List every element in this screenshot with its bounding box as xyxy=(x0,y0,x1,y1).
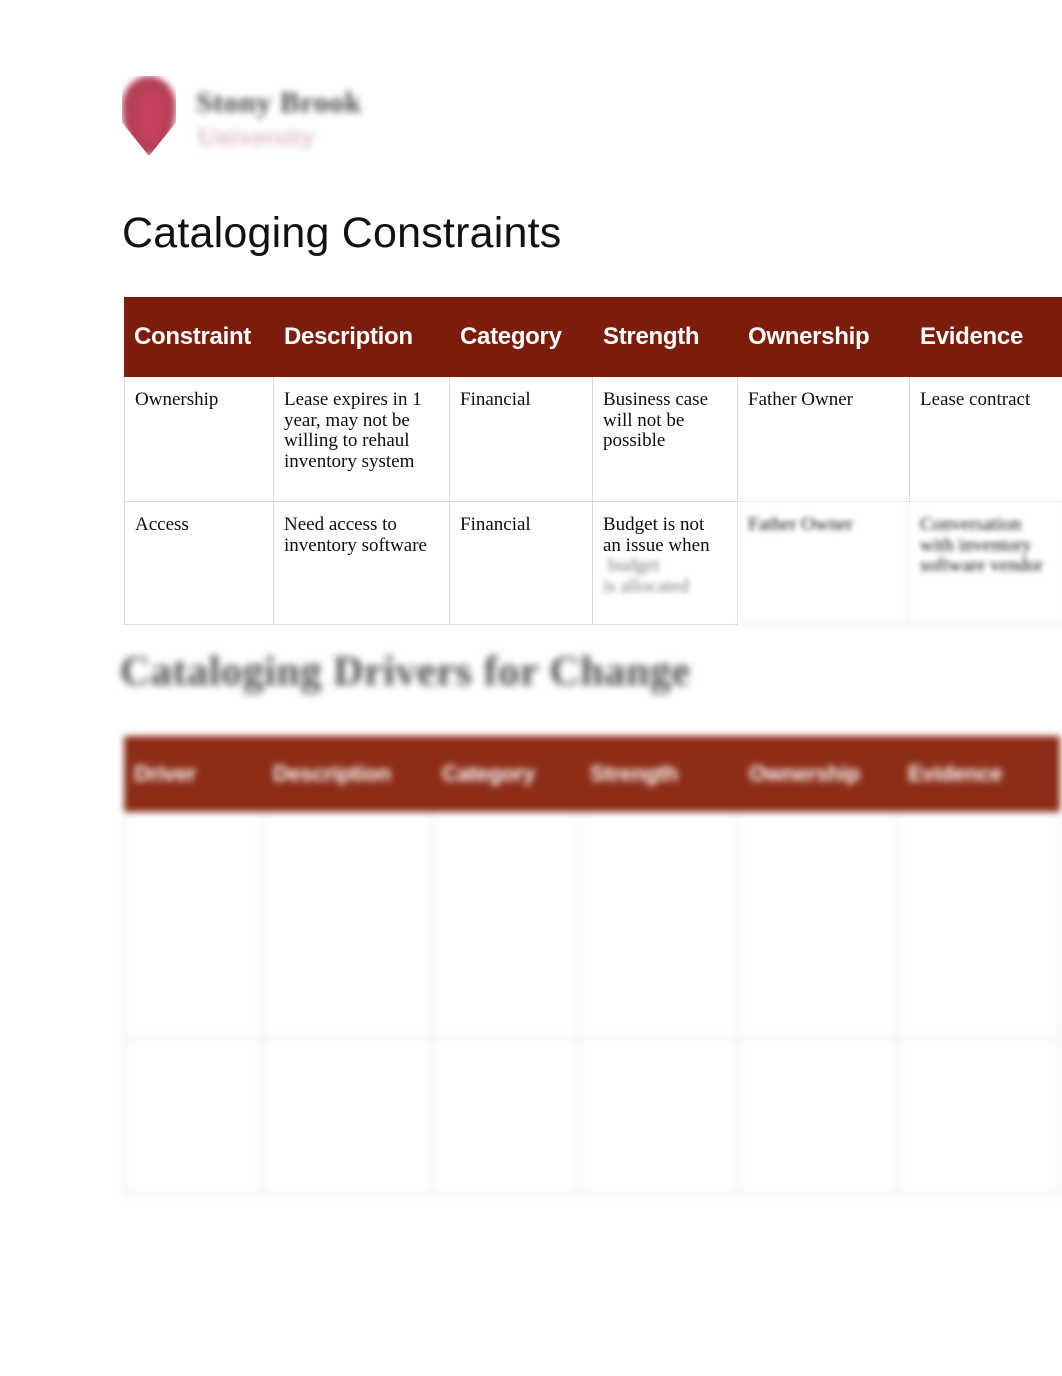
column-header-evidence: Evidence xyxy=(898,736,1060,812)
cell-description: Lease expires in 1 year, may not be will… xyxy=(274,377,450,502)
cell-strength-redacted: budget is allocated xyxy=(603,555,689,597)
column-header-strength: Strength xyxy=(593,297,738,377)
table-row: Access Need access to inventory software… xyxy=(124,502,1062,625)
cell-category: Financial xyxy=(450,502,593,625)
cell-category xyxy=(432,812,580,1039)
column-header-constraint: Constraint xyxy=(124,297,274,377)
table-row: Ownership Lease expires in 1 year, may n… xyxy=(124,377,1062,502)
cell-evidence-redacted: Conversation with inventory software ven… xyxy=(910,502,1062,625)
cell-strength xyxy=(580,1039,739,1194)
cataloging-drivers-table: Driver Description Category Strength Own… xyxy=(124,736,1060,1194)
page-title: Cataloging Constraints xyxy=(122,209,562,257)
cell-strength: Business case will not be possible xyxy=(593,377,738,502)
cell-category xyxy=(432,1039,580,1194)
logo-wordmark: Stony Brook xyxy=(196,86,362,119)
cell-strength: Budget is not an issue when budget is al… xyxy=(593,502,738,625)
cell-ownership xyxy=(739,812,898,1039)
cell-strength-text: Budget is not an issue when xyxy=(603,514,710,556)
column-header-category: Category xyxy=(432,736,580,812)
cell-driver xyxy=(124,812,263,1039)
shield-icon xyxy=(122,76,176,156)
cell-ownership-redacted: Father Owner xyxy=(738,502,910,625)
column-header-category: Category xyxy=(450,297,593,377)
cell-evidence: Lease contract xyxy=(910,377,1062,502)
table-header-row: Constraint Description Category Strength… xyxy=(124,297,1062,377)
section-title-drivers: Cataloging Drivers for Change xyxy=(120,649,691,695)
university-logo: Stony Brook University xyxy=(118,72,418,172)
shield-inner-mark-icon xyxy=(140,92,162,144)
column-header-ownership: Ownership xyxy=(739,736,898,812)
cataloging-constraints-table: Constraint Description Category Strength… xyxy=(124,297,1062,625)
cell-constraint: Ownership xyxy=(124,377,274,502)
cell-strength xyxy=(580,812,739,1039)
column-header-ownership: Ownership xyxy=(738,297,910,377)
column-header-description: Description xyxy=(263,736,432,812)
table-header-row: Driver Description Category Strength Own… xyxy=(124,736,1060,812)
cell-evidence xyxy=(898,812,1060,1039)
table-row xyxy=(124,1039,1060,1194)
column-header-strength: Strength xyxy=(580,736,739,812)
cell-evidence xyxy=(898,1039,1060,1194)
cell-ownership: Father Owner xyxy=(738,377,910,502)
column-header-evidence: Evidence xyxy=(910,297,1062,377)
cell-description xyxy=(263,812,432,1039)
column-header-description: Description xyxy=(274,297,450,377)
cell-description: Need access to inventory software xyxy=(274,502,450,625)
column-header-driver: Driver xyxy=(124,736,263,812)
cell-driver xyxy=(124,1039,263,1194)
cell-description xyxy=(263,1039,432,1194)
table-row xyxy=(124,812,1060,1039)
cell-category: Financial xyxy=(450,377,593,502)
logo-sub-wordmark: University xyxy=(198,124,316,151)
cell-constraint: Access xyxy=(124,502,274,625)
cell-ownership xyxy=(739,1039,898,1194)
